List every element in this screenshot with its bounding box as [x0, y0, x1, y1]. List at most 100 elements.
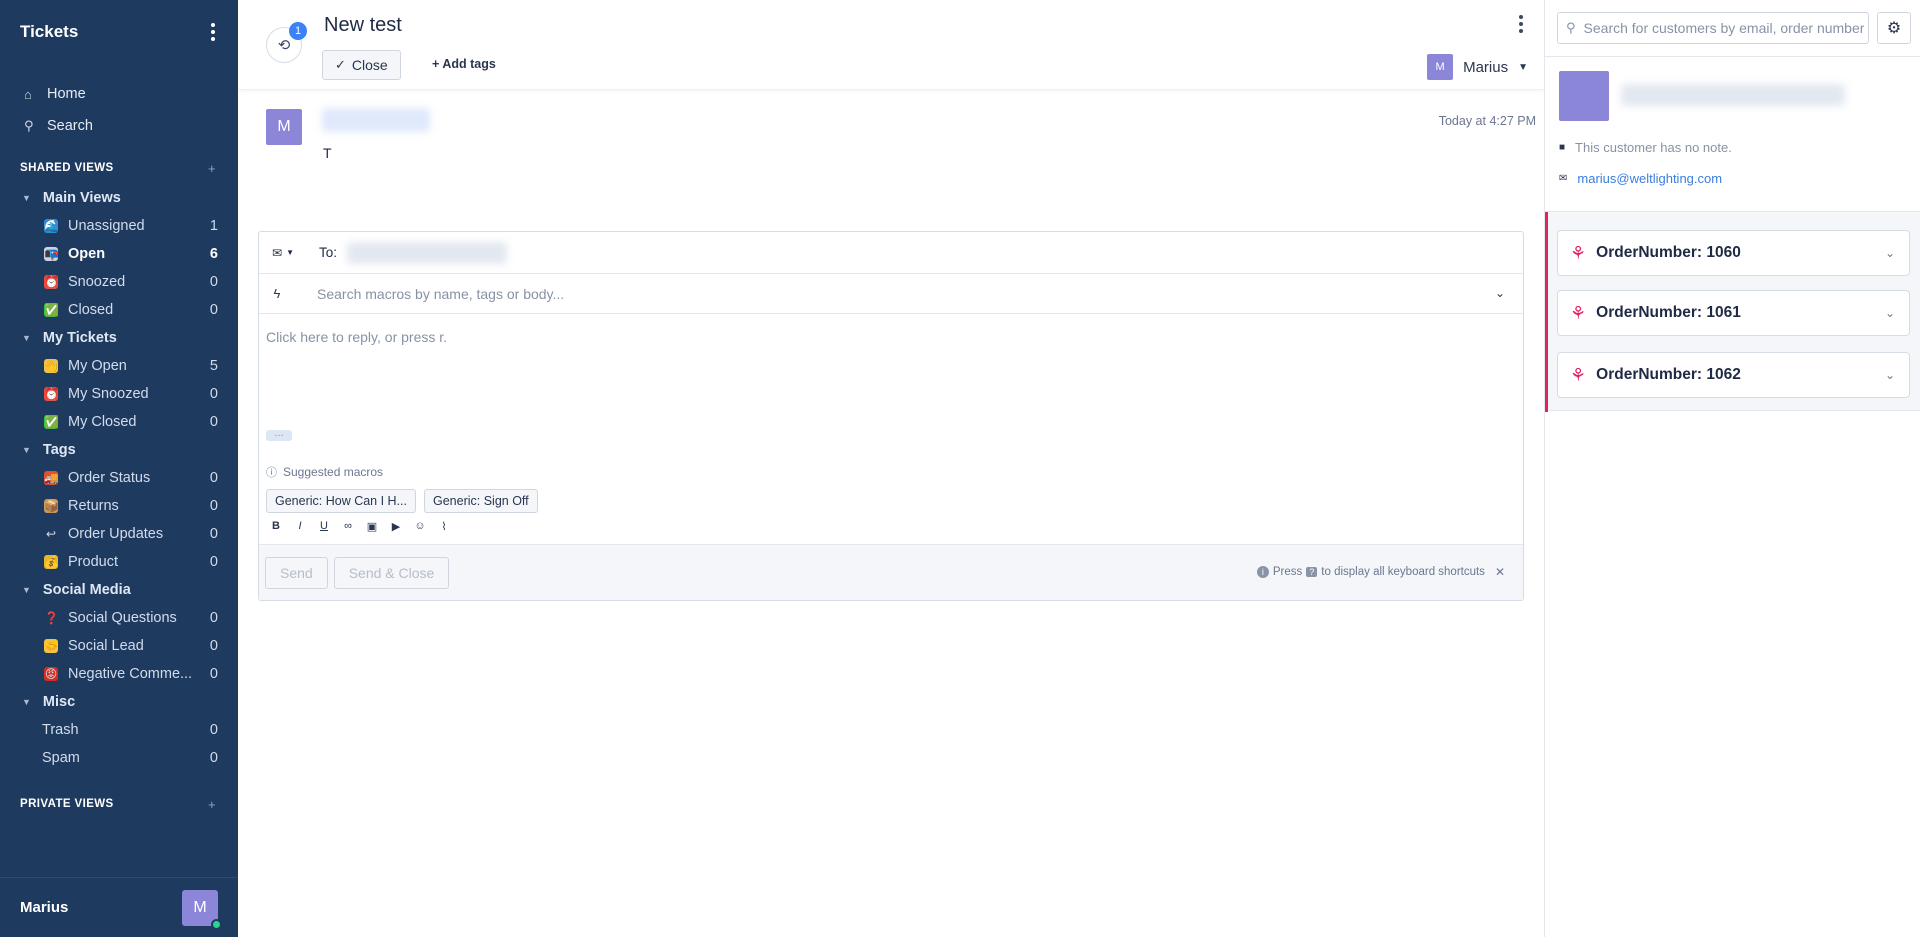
sidebar: Tickets ⌂ Home ⚲ Search SHARED VIEWS + ▼…: [0, 0, 238, 937]
view-item[interactable]: ⏰ My Snoozed 0: [0, 380, 238, 408]
view-emoji-icon: ❓: [44, 611, 59, 625]
view-item[interactable]: ✅ My Closed 0: [0, 408, 238, 436]
view-item[interactable]: 🤝 Social Lead 0: [0, 632, 238, 660]
view-item[interactable]: ❓ Social Questions 0: [0, 604, 238, 632]
view-item-label: Trash: [42, 722, 79, 738]
chevron-down-icon[interactable]: ⌄: [1885, 246, 1895, 260]
customer-search[interactable]: ⚲: [1557, 12, 1869, 44]
view-item[interactable]: ✅ Closed 0: [0, 296, 238, 324]
customer-name-redacted[interactable]: [1621, 84, 1845, 106]
view-group-header[interactable]: ▼ Main Views: [0, 184, 238, 212]
user-avatar[interactable]: M: [182, 889, 222, 930]
shortcut-key: ?: [1306, 567, 1318, 577]
nav-home-label: Home: [47, 86, 86, 102]
message-body: T: [323, 145, 332, 161]
customer-email[interactable]: ✉ marius@weltlighting.com: [1559, 171, 1722, 186]
add-tags-button[interactable]: + Add tags: [432, 57, 496, 71]
sidebar-menu-icon[interactable]: [208, 23, 218, 41]
view-group-header[interactable]: ▼ My Tickets: [0, 324, 238, 352]
ticket-title[interactable]: New test: [324, 14, 402, 37]
ticket-main: ⟲ 1 New test ✓ Close + Add tags M Marius…: [238, 0, 1544, 937]
view-item-label: Social Questions: [68, 610, 177, 626]
suggested-macros-label: Suggested macros: [283, 465, 384, 479]
add-private-view-icon[interactable]: +: [208, 797, 216, 812]
order-label: OrderNumber: 1061: [1596, 304, 1741, 321]
view-group-label: Tags: [42, 442, 76, 458]
view-item-count: 0: [209, 526, 218, 542]
sidebar-header: Tickets: [0, 0, 238, 64]
view-item-label: Open: [68, 246, 106, 262]
view-item[interactable]: 🚚 Order Status 0: [0, 464, 238, 492]
view-item-label: Negative Comme...: [68, 666, 193, 682]
view-emoji-icon: 📭: [44, 247, 59, 261]
view-emoji-icon: 📦: [44, 499, 59, 513]
chevron-down-icon[interactable]: ⌄: [1495, 286, 1505, 300]
view-item-count: 0: [209, 414, 218, 430]
chevron-down-icon[interactable]: ⌄: [1885, 368, 1895, 382]
underline-icon[interactable]: U: [317, 520, 331, 533]
ticket-menu-icon[interactable]: [1516, 15, 1526, 33]
italic-icon[interactable]: I: [293, 520, 307, 533]
view-item-label: Spam: [42, 750, 80, 766]
view-item-count: 0: [209, 498, 218, 514]
reply-editor[interactable]: Click here to reply, or press r.: [266, 329, 447, 345]
emoji-icon[interactable]: ☺: [413, 520, 427, 533]
attachment-icon[interactable]: ⌇: [437, 520, 451, 533]
link-icon[interactable]: ∞: [341, 520, 355, 533]
send-button[interactable]: Send: [265, 556, 328, 589]
add-shared-view-icon[interactable]: +: [208, 161, 216, 176]
view-item[interactable]: 🌊 Unassigned 1: [0, 212, 238, 240]
reply-composer: ✉▼ To: ϟ ⌄ Click here to reply, or press…: [258, 231, 1524, 601]
order-card[interactable]: ⚘ OrderNumber: 1061 ⌄: [1557, 290, 1910, 336]
format-toolbar: B I U ∞ ▣ ▶ ☺ ⌇: [269, 520, 451, 533]
customer-search-input[interactable]: [1583, 20, 1864, 36]
order-card[interactable]: ⚘ OrderNumber: 1060 ⌄: [1557, 230, 1910, 276]
view-item[interactable]: ↩ Order Updates 0: [0, 520, 238, 548]
view-group-header[interactable]: ▼ Tags: [0, 436, 238, 464]
view-item[interactable]: ⏰ Snoozed 0: [0, 268, 238, 296]
view-item-label: Closed: [68, 302, 114, 318]
image-icon[interactable]: ▣: [365, 520, 379, 533]
close-icon[interactable]: ✕: [1495, 565, 1505, 579]
bold-icon[interactable]: B: [269, 520, 283, 533]
nav-search[interactable]: ⚲ Search: [0, 110, 238, 142]
view-group-header[interactable]: ▼ Misc: [0, 688, 238, 716]
view-item-count: 0: [209, 666, 218, 682]
history-button[interactable]: ⟲ 1: [266, 22, 307, 63]
view-item[interactable]: 📦 Returns 0: [0, 492, 238, 520]
info-icon: i: [1256, 566, 1269, 578]
macro-search-row: ϟ ⌄: [259, 274, 1523, 314]
view-item-label: Product: [68, 554, 118, 570]
view-group-header[interactable]: ▼ Social Media: [0, 576, 238, 604]
customer-note[interactable]: ■ This customer has no note.: [1559, 140, 1732, 155]
search-icon: ⚲: [24, 118, 34, 133]
order-card[interactable]: ⚘ OrderNumber: 1062 ⌄: [1557, 352, 1910, 398]
nav-search-label: Search: [47, 118, 93, 134]
show-quoted-button[interactable]: …: [266, 429, 292, 441]
send-close-button[interactable]: Send & Close: [333, 556, 450, 589]
channel-selector[interactable]: ✉ ▼: [259, 246, 307, 260]
message-author-avatar: M: [266, 109, 302, 145]
macro-chip[interactable]: Generic: Sign Off: [424, 489, 538, 513]
view-group-label: My Tickets: [42, 330, 117, 346]
view-item[interactable]: Trash 0: [0, 716, 238, 744]
macro-search-input[interactable]: [317, 285, 1417, 302]
webhook-icon: ⚘: [1570, 364, 1587, 385]
view-item[interactable]: 📭 Open 6: [0, 240, 238, 268]
shortcuts-hint: i Press ? to display all keyboard shortc…: [1256, 565, 1505, 579]
view-item-label: Snoozed: [68, 274, 126, 290]
view-item[interactable]: 😡 Negative Comme... 0: [0, 660, 238, 688]
view-item[interactable]: Spam 0: [0, 744, 238, 772]
nav-home[interactable]: ⌂ Home: [0, 78, 238, 110]
view-item[interactable]: 👋 My Open 5: [0, 352, 238, 380]
user-footer[interactable]: Marius M: [0, 877, 238, 937]
assignee-dropdown[interactable]: M Marius ▼: [1427, 54, 1528, 80]
recipient-redacted[interactable]: [347, 241, 508, 264]
gear-icon[interactable]: ⚙: [1877, 12, 1911, 44]
chevron-down-icon[interactable]: ⌄: [1885, 306, 1895, 320]
view-emoji-icon: 🚚: [44, 471, 59, 485]
close-ticket-button[interactable]: ✓ Close: [322, 50, 401, 80]
view-item[interactable]: 💰 Product 0: [0, 548, 238, 576]
video-icon[interactable]: ▶: [389, 520, 403, 533]
macro-chip[interactable]: Generic: How Can I H...: [266, 489, 416, 513]
